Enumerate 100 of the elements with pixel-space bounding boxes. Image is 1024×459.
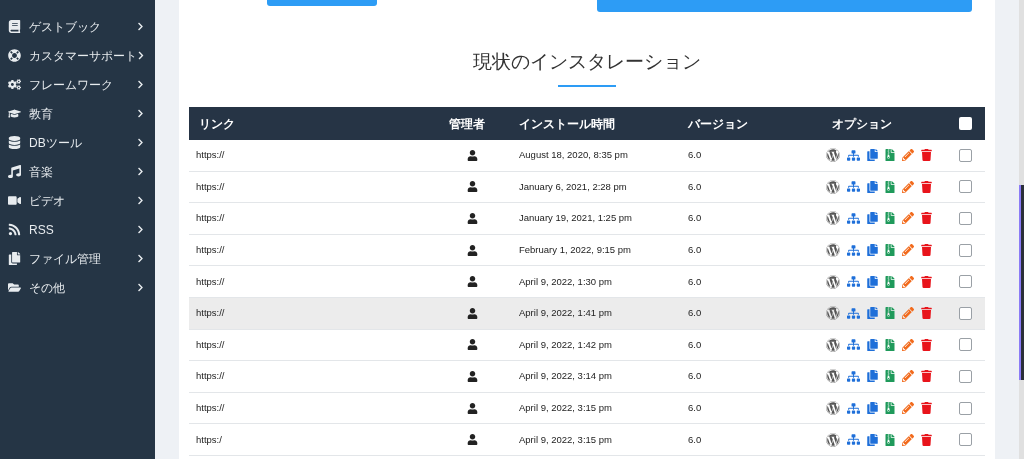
sidebar-label: RSS (29, 221, 55, 239)
edit-icon[interactable] (902, 275, 914, 288)
wordpress-icon[interactable] (826, 179, 840, 194)
zip-file-icon[interactable] (885, 307, 895, 320)
checkbox[interactable] (958, 433, 972, 447)
sidebar-item[interactable]: ゲストブック (0, 12, 155, 41)
chevron-icon (136, 225, 145, 234)
sidebar-label: ゲストブック (29, 18, 102, 36)
checkbox[interactable] (958, 148, 972, 162)
link-cell[interactable]: https:// (189, 179, 449, 194)
sidebar-item[interactable]: その他 (0, 273, 155, 302)
copy-icon[interactable] (867, 307, 878, 320)
sidebar-item[interactable]: DBツール (0, 128, 155, 157)
checkbox[interactable] (958, 212, 972, 225)
link-cell[interactable]: https:// (189, 148, 449, 163)
sidebar-item[interactable]: 教育 (0, 99, 155, 128)
checkbox[interactable] (958, 306, 972, 320)
edit-icon[interactable] (902, 370, 914, 383)
edit-icon[interactable] (902, 307, 914, 320)
checkbox[interactable] (958, 117, 972, 130)
wordpress-icon[interactable] (826, 243, 840, 258)
table-cell-text: 6.0 (687, 306, 703, 321)
delete-icon[interactable] (921, 370, 932, 383)
sitemap-icon[interactable] (847, 338, 860, 352)
sitemap-icon[interactable] (847, 275, 860, 289)
copy-icon[interactable] (867, 338, 878, 351)
zip-file-icon[interactable] (885, 370, 895, 383)
wordpress-icon[interactable] (826, 432, 840, 447)
checkbox[interactable] (958, 401, 972, 415)
link-cell[interactable]: https:/ (189, 432, 449, 447)
table-cell-text: April 9, 2022, 3:15 pm (518, 432, 613, 447)
sitemap-icon[interactable] (847, 180, 860, 194)
zip-file-icon[interactable] (885, 433, 895, 446)
sitemap-icon[interactable] (847, 243, 860, 257)
sitemap-icon[interactable] (847, 148, 860, 162)
link-cell[interactable]: https:// (189, 242, 449, 258)
wordpress-icon[interactable] (826, 211, 840, 226)
book-icon (8, 20, 21, 33)
link-cell[interactable]: https:// (189, 306, 449, 321)
delete-icon[interactable] (921, 402, 932, 415)
zip-file-icon[interactable] (885, 180, 895, 193)
link-cell[interactable]: https:// (189, 369, 449, 384)
sidebar-item[interactable]: RSS (0, 215, 155, 244)
delete-icon[interactable] (921, 180, 932, 193)
copy-icon[interactable] (867, 433, 878, 446)
link-cell[interactable]: https:// (189, 337, 449, 352)
sitemap-icon[interactable] (847, 306, 860, 320)
sitemap-icon[interactable] (847, 212, 860, 225)
delete-icon[interactable] (921, 244, 932, 257)
copy-icon[interactable] (867, 180, 878, 193)
sidebar-item[interactable]: ファイル管理 (0, 244, 155, 273)
delete-icon[interactable] (921, 275, 932, 288)
zip-file-icon[interactable] (885, 149, 895, 162)
sidebar-item[interactable]: カスタマーサポート (0, 41, 155, 70)
copy-icon[interactable] (867, 212, 878, 225)
checkbox[interactable] (958, 338, 972, 352)
edit-icon[interactable] (902, 433, 914, 446)
copy-icon[interactable] (867, 149, 878, 162)
copy-icon[interactable] (867, 402, 878, 415)
sidebar-item[interactable]: ビデオ (0, 186, 155, 215)
link-cell[interactable]: https:// (189, 274, 449, 289)
zip-file-icon[interactable] (885, 402, 895, 415)
sitemap-icon[interactable] (847, 433, 860, 447)
checkbox[interactable] (958, 180, 972, 194)
sidebar-item[interactable]: 音楽 (0, 157, 155, 186)
edit-icon[interactable] (902, 149, 914, 162)
delete-icon[interactable] (921, 149, 932, 162)
edit-icon[interactable] (902, 338, 914, 351)
edit-icon[interactable] (902, 180, 914, 193)
edit-icon[interactable] (902, 244, 914, 257)
wordpress-icon[interactable] (826, 401, 840, 416)
zip-file-icon[interactable] (885, 244, 895, 257)
wordpress-icon[interactable] (826, 274, 840, 289)
table-cell-text: 6.0 (687, 337, 703, 352)
copy-icon[interactable] (867, 370, 878, 383)
sitemap-icon[interactable] (847, 369, 860, 383)
copy-icon[interactable] (867, 244, 878, 257)
zip-file-icon[interactable] (885, 212, 895, 225)
checkbox[interactable] (958, 369, 972, 383)
delete-icon[interactable] (921, 307, 932, 320)
edit-icon[interactable] (902, 402, 914, 415)
scrollbar[interactable] (1019, 0, 1024, 459)
delete-icon[interactable] (921, 433, 932, 446)
checkbox[interactable] (958, 275, 972, 289)
wordpress-icon[interactable] (826, 148, 840, 163)
wordpress-icon[interactable] (826, 337, 840, 352)
wordpress-icon[interactable] (826, 369, 840, 384)
user-icon (467, 339, 478, 351)
sitemap-icon[interactable] (847, 401, 860, 415)
zip-file-icon[interactable] (885, 275, 895, 288)
zip-file-icon[interactable] (885, 338, 895, 351)
link-cell[interactable]: https:// (189, 400, 449, 416)
checkbox[interactable] (958, 243, 972, 257)
delete-icon[interactable] (921, 338, 932, 351)
sidebar-item[interactable]: フレームワーク (0, 70, 155, 99)
wordpress-icon[interactable] (826, 306, 840, 321)
delete-icon[interactable] (921, 212, 932, 225)
copy-icon[interactable] (867, 275, 878, 288)
link-cell[interactable]: https:// (189, 211, 449, 226)
edit-icon[interactable] (902, 212, 914, 225)
